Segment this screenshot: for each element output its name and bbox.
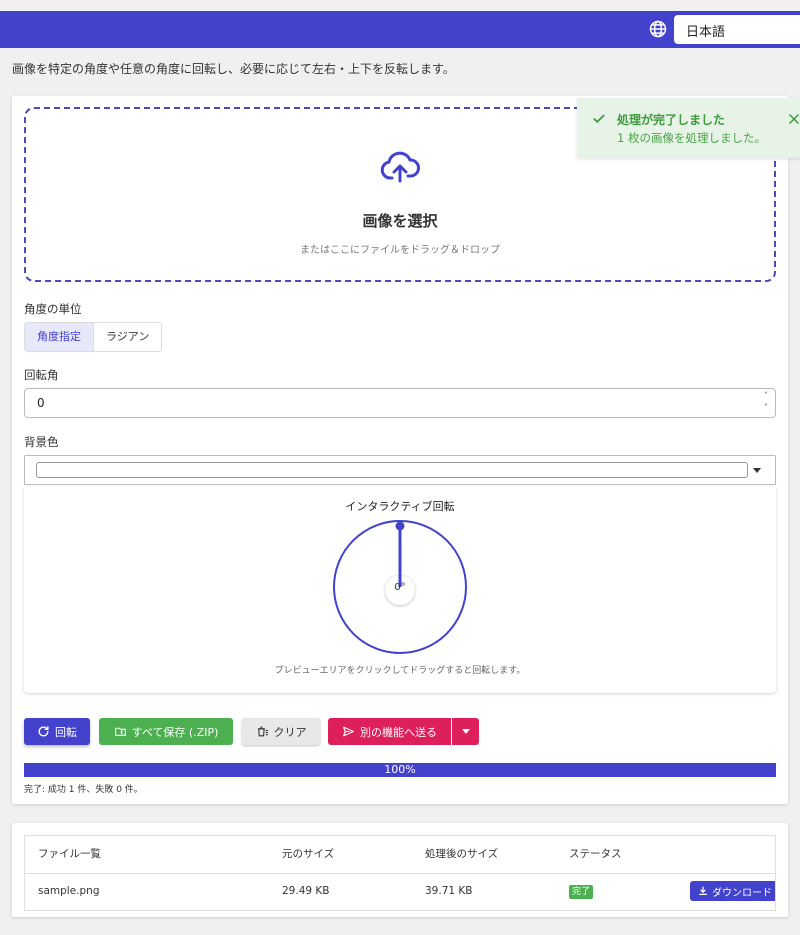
download-button-label: ダウンロード <box>712 887 772 899</box>
caret-down-icon <box>461 729 470 734</box>
clear-button[interactable]: クリア <box>242 718 320 745</box>
color-swatch[interactable] <box>36 462 748 478</box>
dropzone-subtitle: またはここにファイルをドラッグ＆ドロップ <box>300 245 500 256</box>
interactive-rotate-title: インタラクティブ回転 <box>345 500 455 513</box>
original-size: 29.49 KB <box>282 885 330 897</box>
language-select[interactable]: 日本語 <box>674 15 800 44</box>
spin-up-icon[interactable]: ˄ <box>761 390 771 402</box>
rotate-button[interactable]: 回転 <box>24 718 90 745</box>
send-icon <box>343 726 354 737</box>
send-to-feature-button[interactable]: 別の機能へ送る <box>328 718 451 745</box>
dial-angle-readout: 0° <box>394 582 406 593</box>
number-spinner[interactable]: ˄ ˅ <box>761 390 771 414</box>
header-processed-size: 処理後のサイズ <box>425 848 499 860</box>
clear-button-label: クリア <box>273 725 307 739</box>
rotate-icon <box>38 725 49 737</box>
toast-title: 処理が完了しました <box>617 113 726 127</box>
status-badge: 完了 <box>569 885 594 899</box>
progress-bar: 100% <box>24 763 776 777</box>
rotation-angle-input[interactable]: 0 ˄ ˅ <box>24 388 776 418</box>
page-description: 画像を特定の角度や任意の角度に回転し、必要に応じて左右・上下を反転します。 <box>12 62 455 76</box>
spin-down-icon[interactable]: ˅ <box>761 402 771 414</box>
rotate-button-label: 回転 <box>55 725 77 739</box>
download-button[interactable]: ダウンロード <box>690 881 775 901</box>
interactive-rotate-panel[interactable]: インタラクティブ回転 0° プレビューエリアをクリックしてドラッグすると回転しま… <box>24 487 776 693</box>
header-status: ステータス <box>569 848 622 860</box>
zip-folder-icon <box>114 727 126 736</box>
dropdown-caret-icon <box>753 468 761 473</box>
unit-option-degrees[interactable]: 角度指定 <box>25 323 94 351</box>
success-toast: 処理が完了しました 1 枚の画像を処理しました。 <box>577 98 800 158</box>
top-bar: 日本語 <box>0 11 800 48</box>
send-button-label: 別の機能へ送る <box>360 725 437 739</box>
unit-option-radians[interactable]: ラジアン <box>94 323 162 351</box>
rotation-angle-label: 回転角 <box>24 368 59 382</box>
table-row: sample.png 29.49 KB 39.71 KB 完了 ダウンロード <box>25 873 775 910</box>
save-zip-button-label: すべて保存 (.ZIP) <box>131 725 219 739</box>
interactive-rotate-hint: プレビューエリアをクリックしてドラッグすると回転します。 <box>274 666 526 676</box>
dropzone-title: 画像を選択 <box>362 212 438 230</box>
result-summary: 完了: 成功 1 件、失敗 0 件。 <box>24 785 143 795</box>
header-original-size: 元のサイズ <box>282 848 335 860</box>
main-card: 画像を選択 またはここにファイルをドラッグ＆ドロップ 角度の単位 角度指定 ラジ… <box>12 96 788 804</box>
background-color-label: 背景色 <box>24 435 59 449</box>
close-icon[interactable] <box>787 112 800 126</box>
download-icon <box>699 886 707 895</box>
file-name: sample.png <box>38 885 100 897</box>
save-zip-button[interactable]: すべて保存 (.ZIP) <box>99 718 233 745</box>
clear-all-icon <box>257 726 268 737</box>
angle-unit-label: 角度の単位 <box>24 302 82 316</box>
file-table: ファイル一覧 元のサイズ 処理後のサイズ ステータス sample.png 29… <box>24 835 776 911</box>
table-header: ファイル一覧 元のサイズ 処理後のサイズ ステータス <box>25 836 775 874</box>
check-icon <box>593 114 605 123</box>
progress-text: 100% <box>384 763 416 776</box>
header-file-list: ファイル一覧 <box>38 848 101 860</box>
background-color-select[interactable] <box>24 455 776 485</box>
toast-message: 1 枚の画像を処理しました。 <box>617 131 766 145</box>
processed-size: 39.71 KB <box>425 885 473 897</box>
rotation-angle-value: 0 <box>37 396 45 410</box>
globe-icon[interactable] <box>649 20 667 38</box>
files-card: ファイル一覧 元のサイズ 処理後のサイズ ステータス sample.png 29… <box>12 823 788 917</box>
cloud-upload-icon <box>380 151 420 183</box>
angle-unit-toggle: 角度指定 ラジアン <box>24 322 163 352</box>
send-menu-toggle[interactable] <box>452 718 479 745</box>
